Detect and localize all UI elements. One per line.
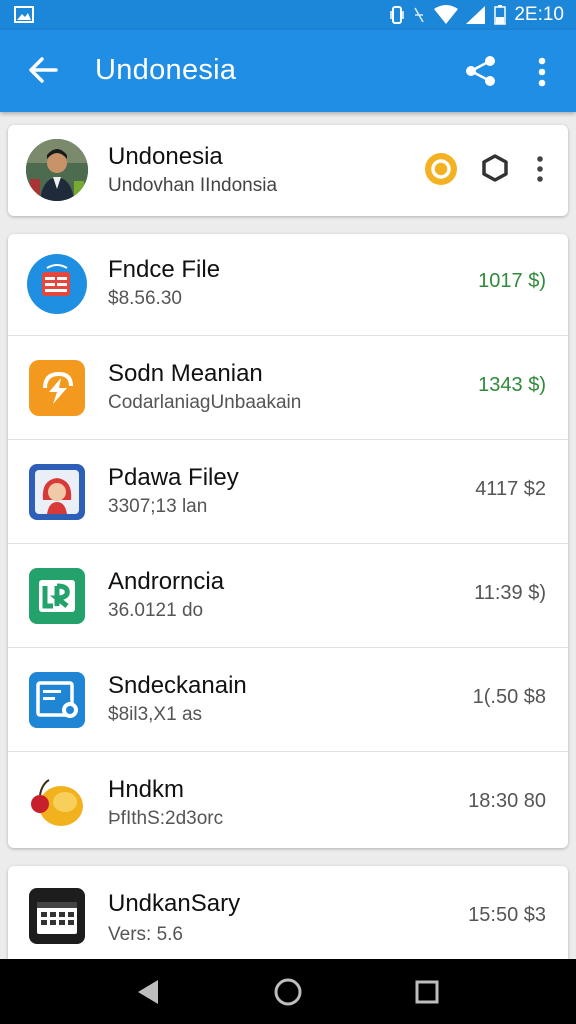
signal-icon bbox=[466, 6, 486, 24]
item-name: Hndkm bbox=[108, 776, 185, 803]
divider bbox=[8, 751, 568, 752]
item-name: Fndce File bbox=[108, 256, 221, 283]
item-subtitle: Vers: 5.6 bbox=[108, 924, 183, 945]
list-item[interactable]: Fndce File $8.56.30 1017 $) bbox=[8, 234, 568, 336]
list-item[interactable]: Androrncia 36.0121 do 11:39 $) bbox=[8, 546, 568, 648]
file-app-icon bbox=[27, 254, 87, 314]
status-icons: 2E:10 bbox=[390, 4, 564, 26]
wifi-icon bbox=[434, 5, 459, 24]
item-subtitle: CodarlaniagUnbaakain bbox=[108, 392, 302, 413]
lightning-app-icon bbox=[29, 360, 85, 416]
divider bbox=[8, 439, 568, 440]
item-name: Sodn Meanian bbox=[108, 360, 263, 387]
profile-title: Undonesia bbox=[108, 143, 223, 170]
app-bar: Undonesia bbox=[0, 30, 576, 112]
item-subtitle: ÞfIthS:2d3orc bbox=[108, 808, 224, 829]
nav-back-icon[interactable] bbox=[134, 977, 162, 1007]
calendar-app-icon bbox=[29, 888, 85, 944]
list-item[interactable]: Sodn Meanian CodarlaniagUnbaakain 1343 $… bbox=[8, 338, 568, 440]
system-nav-bar bbox=[0, 959, 576, 1024]
vibrate-icon bbox=[390, 6, 405, 24]
nfc-icon bbox=[414, 7, 425, 23]
android-app-icon bbox=[29, 568, 85, 624]
person-app-icon bbox=[29, 464, 85, 520]
nav-recents-icon[interactable] bbox=[413, 978, 441, 1006]
document-app-icon bbox=[29, 672, 85, 728]
divider bbox=[8, 335, 568, 336]
item-price: 4117 $2 bbox=[475, 478, 546, 500]
item-price: 1017 $) bbox=[478, 270, 546, 292]
coin-icon[interactable] bbox=[424, 152, 458, 186]
more-vert-icon[interactable] bbox=[530, 55, 554, 89]
list-item[interactable]: UndkanSary Vers: 5.6 15:50 $3 bbox=[8, 866, 568, 968]
profile-card[interactable]: Undonesia Undovhan IIndonsia bbox=[8, 125, 568, 216]
item-subtitle: 3307;13 lan bbox=[108, 496, 208, 517]
item-price: 18:30 80 bbox=[468, 790, 546, 812]
item-subtitle: 36.0121 do bbox=[108, 600, 204, 621]
item-name: Androrncia bbox=[108, 568, 225, 595]
list-item[interactable]: Pdawa Filey 3307;13 lan 4117 $2 bbox=[8, 442, 568, 544]
item-price: 1(.50 $8 bbox=[472, 686, 546, 708]
app-bar-title: Undonesia bbox=[95, 54, 237, 86]
profile-subtitle: Undovhan IIndonsia bbox=[108, 175, 278, 196]
item-price: 1343 $) bbox=[478, 374, 546, 396]
item-price: 15:50 $3 bbox=[468, 904, 546, 926]
divider bbox=[8, 647, 568, 648]
avatar bbox=[26, 139, 88, 201]
battery-icon bbox=[494, 5, 507, 25]
back-arrow-icon[interactable] bbox=[26, 53, 60, 87]
item-name: UndkanSary bbox=[108, 890, 241, 917]
image-icon bbox=[14, 6, 34, 23]
app-list: Fndce File $8.56.30 1017 $) Sodn Meanian… bbox=[8, 234, 568, 848]
fruit-app-icon bbox=[31, 779, 83, 826]
item-name: Pdawa Filey bbox=[108, 464, 239, 491]
item-price: 11:39 $) bbox=[474, 582, 546, 604]
status-bar: 2E:10 bbox=[0, 0, 576, 30]
item-subtitle: $8.56.30 bbox=[108, 288, 182, 309]
nav-home-icon[interactable] bbox=[272, 976, 304, 1008]
item-name: Sndeckanain bbox=[108, 672, 247, 699]
divider bbox=[8, 543, 568, 544]
hexagon-icon[interactable] bbox=[480, 153, 510, 183]
share-icon[interactable] bbox=[464, 54, 498, 88]
list-item[interactable]: Sndeckanain $8il3,X1 as 1(.50 $8 bbox=[8, 650, 568, 752]
list-item[interactable]: Hndkm ÞfIthS:2d3orc 18:30 80 bbox=[8, 754, 568, 856]
item-subtitle: $8il3,X1 as bbox=[108, 704, 203, 725]
more-vert-icon[interactable] bbox=[530, 155, 550, 183]
status-time: 2E:10 bbox=[514, 4, 564, 25]
